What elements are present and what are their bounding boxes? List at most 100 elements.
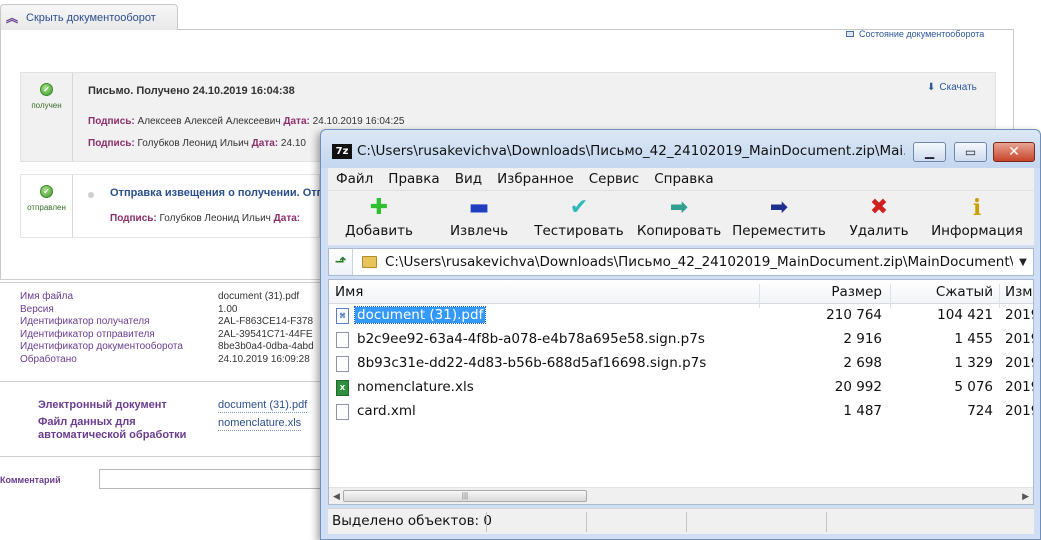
signature-key: Подпись: [88, 138, 135, 149]
7zip-window: 7z C:\Users\rusakevichva\Downloads\Письм… [320, 129, 1041, 540]
file-row[interactable]: b2c9ee92-63a4-4f8b-a078-e4b78a695e58.sig… [329, 328, 1033, 352]
info-label: Информация [931, 223, 1023, 239]
info-value: 2AL-39541C71-44FE [218, 328, 313, 340]
event-status-column: ✓ получен [21, 73, 73, 161]
comment-label: Комментарий [0, 475, 61, 485]
file-name: b2c9ee92-63a4-4f8b-a078-e4b78a695e58.sig… [357, 331, 705, 347]
workflow-status-label: Состояние документооборота [859, 29, 985, 39]
comment-input[interactable] [99, 469, 324, 489]
column-modified[interactable]: Изм [1005, 284, 1032, 300]
data-file-label: Файл данных для [38, 416, 136, 428]
data-file-link[interactable]: nomenclature.xls [218, 417, 302, 431]
column-size[interactable]: Размер [831, 284, 882, 300]
signature-row: Подпись: Алексеев Алексей Алексеевич Дат… [88, 116, 404, 127]
info-label: Идентификатор получателя [20, 316, 150, 328]
arrow-up-icon: ⬏ [334, 254, 347, 270]
window-titlebar[interactable]: 7z C:\Users\rusakevichva\Downloads\Письм… [321, 130, 1040, 168]
file-name: nomenclature.xls [357, 379, 474, 395]
test-button[interactable]: ✔ Тестировать [530, 195, 628, 243]
file-packed-size: 5 076 [954, 379, 993, 395]
file-packed-size: 1 329 [954, 355, 993, 371]
signature-key: Подпись: [110, 213, 157, 224]
close-icon: ✕ [1008, 144, 1020, 160]
file-info-values: document (31).pdf 1.00 2AL-F863CE14-F378… [218, 291, 314, 367]
scroll-left-icon[interactable]: ◀ [333, 491, 340, 502]
download-label: Скачать [939, 82, 977, 93]
info-value: 8be3b0a4-0dba-4abd [218, 341, 314, 353]
test-label: Тестировать [534, 223, 624, 239]
minimize-button[interactable]: ▁ [913, 142, 946, 162]
delete-label: Удалить [849, 223, 909, 239]
menu-file[interactable]: Файл [328, 171, 380, 187]
add-button[interactable]: ✚ Добавить [330, 195, 428, 243]
hide-workflow-label: Скрыть документооборот [26, 11, 156, 24]
file-modified: 2019 [1005, 331, 1033, 347]
menu-help[interactable]: Справка [646, 171, 720, 187]
copy-button[interactable]: ➡ Копировать [630, 195, 728, 243]
date-key: Дата: [251, 138, 279, 149]
maximize-icon: ▭ [964, 145, 977, 159]
electronic-document-link[interactable]: document (31).pdf [218, 399, 308, 413]
file-size: 1 487 [843, 403, 882, 419]
horizontal-scrollbar[interactable]: ◀ ||| ▶ [329, 487, 1033, 504]
workflow-status-link[interactable]: Состояние документооборота [846, 29, 984, 39]
file-list: Имя Размер Сжатый Изм ⌘ document (31).pd… [328, 279, 1034, 505]
bullet-icon [88, 192, 94, 198]
column-name[interactable]: Имя [335, 284, 363, 300]
close-button[interactable]: ✕ [993, 142, 1035, 162]
frame-border [0, 29, 1, 279]
column-packed[interactable]: Сжатый [936, 284, 993, 300]
copy-arrow-icon: ➡ [669, 195, 689, 220]
extract-button[interactable]: ▬ Извлечь [430, 195, 528, 243]
event-title[interactable]: Отправка извещения о получении. Отпр [110, 187, 330, 199]
delete-button[interactable]: ✖ Удалить [830, 195, 928, 243]
signer-name: Алексеев Алексей Алексеевич [137, 116, 281, 127]
scrollbar-thumb[interactable]: ||| [343, 490, 587, 502]
file-row[interactable]: ⌘ document (31).pdf 210 764 104 421 2019 [329, 304, 1033, 328]
info-label: Имя файла [20, 291, 74, 302]
file-row[interactable]: 8b93c31e-dd22-4d83-b56b-688d5af16698.sig… [329, 352, 1033, 376]
file-name: document (31).pdf [353, 306, 487, 324]
status-separator [826, 512, 827, 532]
menu-favorites[interactable]: Избранное [489, 171, 581, 187]
event-title: Письмо. Получено 24.10.2019 16:04:38 [88, 85, 295, 97]
scroll-right-icon[interactable]: ▶ [1022, 491, 1029, 502]
selected-count: Выделено объектов: 0 [332, 513, 492, 529]
menu-tools[interactable]: Сервис [581, 171, 646, 187]
chevron-down-icon: ▼ [1019, 256, 1027, 268]
folder-up-button[interactable]: ⬏ [329, 249, 353, 275]
info-button[interactable]: i Информация [928, 195, 1026, 243]
window-title: C:\Users\rusakevichva\Downloads\Письмо_4… [357, 143, 905, 159]
file-modified: 2019 [1005, 403, 1033, 419]
info-value: 1.00 [218, 303, 238, 315]
menu-bar: Файл Правка Вид Избранное Сервис Справка [328, 168, 1034, 190]
minus-icon: ▬ [468, 195, 490, 220]
toolbar: ✚ Добавить ▬ Извлечь ✔ Тестировать ➡ Коп… [328, 190, 1034, 245]
hide-workflow-tab[interactable]: ︽ Скрыть документооборот [0, 4, 178, 30]
maximize-button[interactable]: ▭ [954, 142, 987, 162]
status-separator [486, 512, 487, 532]
date-key: Дата: [283, 116, 310, 127]
file-modified: 2019 [1005, 379, 1033, 395]
move-button[interactable]: ➡ Переместить [730, 195, 828, 243]
section-divider [0, 282, 330, 283]
menu-edit[interactable]: Правка [380, 171, 446, 187]
extract-label: Извлечь [449, 223, 509, 239]
file-name: card.xml [357, 403, 416, 419]
info-value: document (31).pdf [218, 291, 300, 302]
plus-icon: ✚ [369, 195, 389, 220]
menu-view[interactable]: Вид [447, 171, 489, 187]
download-link[interactable]: ⬇ Скачать [927, 82, 977, 93]
check-icon: ✔ [569, 195, 589, 220]
data-file-label-cont: автоматической обработки [38, 429, 187, 441]
info-icon: i [972, 195, 982, 221]
section-divider [0, 381, 330, 382]
info-label: Версия [20, 303, 54, 315]
file-icon [336, 332, 349, 348]
address-path[interactable]: C:\Users\rusakevichva\Downloads\Письмо_4… [385, 254, 1013, 270]
file-row[interactable]: X nomenclature.xls 20 992 5 076 2019 [329, 376, 1033, 400]
file-packed-size: 104 421 [937, 307, 993, 323]
address-dropdown-button[interactable]: ▼ [1013, 257, 1033, 268]
file-modified: 2019 [1005, 355, 1033, 371]
file-row[interactable]: card.xml 1 487 724 2019 [329, 400, 1033, 424]
